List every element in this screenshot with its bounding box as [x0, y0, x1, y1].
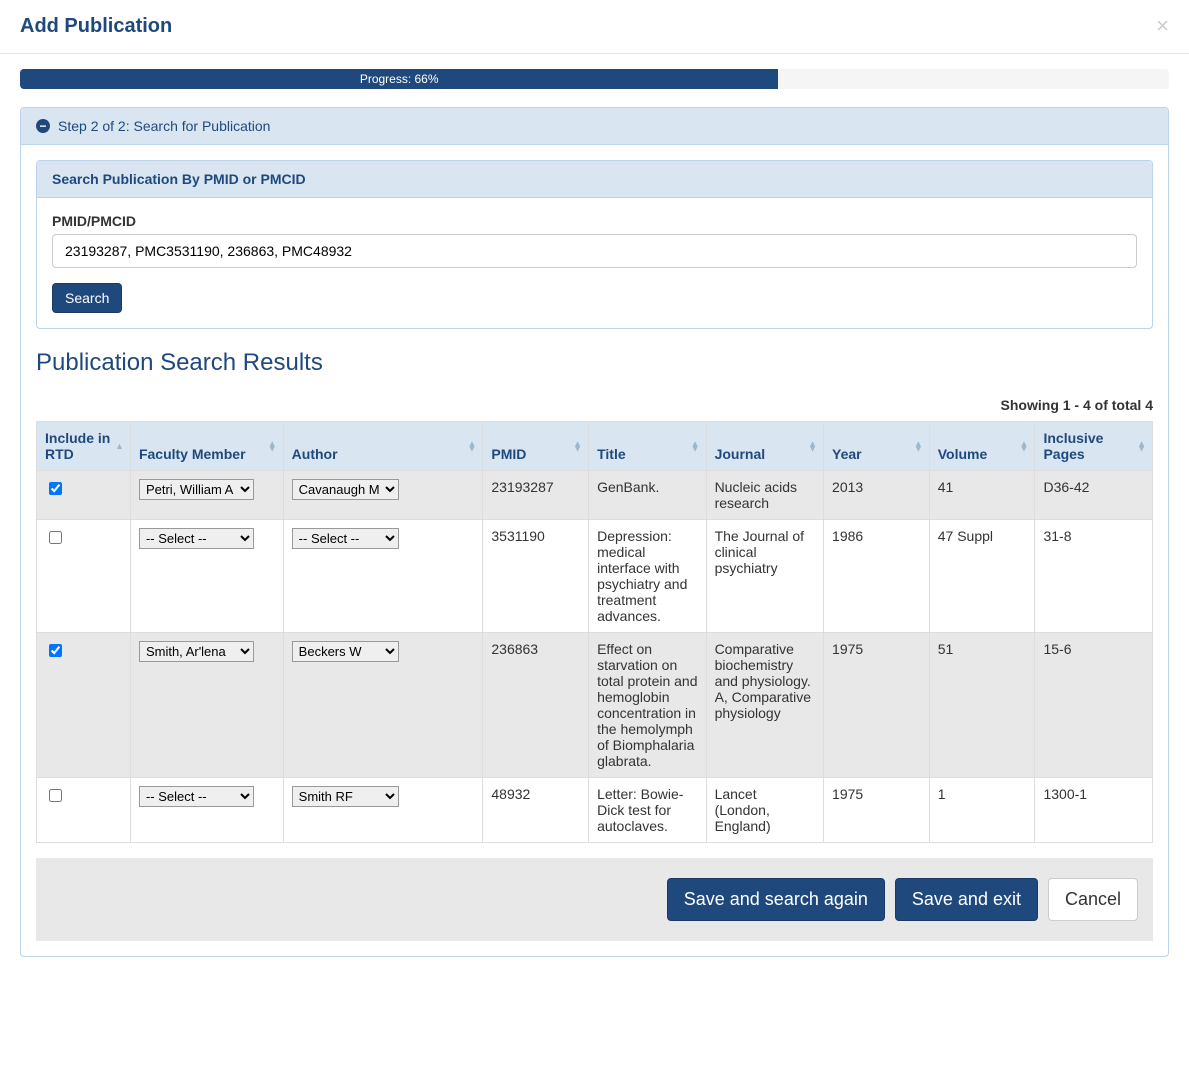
step-panel-body: Search Publication By PMID or PMCID PMID… — [21, 160, 1168, 941]
author-select[interactable]: -- Select --Cavanaugh MBeckers WSmith RF — [292, 641, 399, 662]
cell-year: 1986 — [824, 520, 930, 633]
col-volume[interactable]: Volume▲▼ — [929, 422, 1035, 471]
table-row: -- Select --Petri, William ASmith, Ar'le… — [37, 471, 1153, 520]
cell-pages: D36-42 — [1035, 471, 1153, 520]
search-button[interactable]: Search — [52, 283, 122, 313]
table-row: -- Select --Petri, William ASmith, Ar'le… — [37, 633, 1153, 778]
sort-icon: ▲▼ — [268, 442, 277, 451]
col-include[interactable]: Include in RTD▲ — [37, 422, 131, 471]
save-exit-button[interactable]: Save and exit — [895, 878, 1038, 921]
cell-title: GenBank. — [589, 471, 706, 520]
author-select[interactable]: -- Select --Cavanaugh MBeckers WSmith RF — [292, 528, 399, 549]
cell-title: Depression: medical interface with psych… — [589, 520, 706, 633]
faculty-select[interactable]: -- Select --Petri, William ASmith, Ar'le… — [139, 786, 254, 807]
search-subpanel-title: Search Publication By PMID or PMCID — [37, 161, 1152, 198]
col-author[interactable]: Author▲▼ — [283, 422, 483, 471]
cell-pmid: 3531190 — [483, 520, 589, 633]
cell-journal: Lancet (London, England) — [706, 778, 823, 843]
cell-pages: 31-8 — [1035, 520, 1153, 633]
table-row: -- Select --Petri, William ASmith, Ar'le… — [37, 778, 1153, 843]
cell-pmid: 48932 — [483, 778, 589, 843]
cell-pmid: 236863 — [483, 633, 589, 778]
col-year[interactable]: Year▲▼ — [824, 422, 930, 471]
pmid-input[interactable] — [52, 234, 1137, 268]
progress-bar-fill: Progress: 66% — [20, 69, 778, 89]
table-row: -- Select --Petri, William ASmith, Ar'le… — [37, 520, 1153, 633]
include-checkbox[interactable] — [49, 789, 62, 802]
include-checkbox[interactable] — [49, 531, 62, 544]
sort-icon: ▲▼ — [914, 442, 923, 451]
cell-volume: 47 Suppl — [929, 520, 1035, 633]
cell-pages: 1300-1 — [1035, 778, 1153, 843]
results-title: Publication Search Results — [36, 349, 1153, 377]
cell-pmid: 23193287 — [483, 471, 589, 520]
col-pages[interactable]: Inclusive Pages▲▼ — [1035, 422, 1153, 471]
collapse-icon: − — [36, 119, 50, 133]
faculty-select[interactable]: -- Select --Petri, William ASmith, Ar'le… — [139, 641, 254, 662]
include-checkbox[interactable] — [49, 482, 62, 495]
sort-icon: ▲▼ — [467, 442, 476, 451]
col-journal[interactable]: Journal▲▼ — [706, 422, 823, 471]
cell-volume: 51 — [929, 633, 1035, 778]
col-faculty[interactable]: Faculty Member▲▼ — [130, 422, 283, 471]
faculty-select[interactable]: -- Select --Petri, William ASmith, Ar'le… — [139, 479, 254, 500]
cell-year: 2013 — [824, 471, 930, 520]
save-search-again-button[interactable]: Save and search again — [667, 878, 885, 921]
results-summary: Showing 1 - 4 of total 4 — [36, 397, 1153, 413]
results-table: Include in RTD▲ Faculty Member▲▼ Author▲… — [36, 421, 1153, 843]
search-subpanel: Search Publication By PMID or PMCID PMID… — [36, 160, 1153, 329]
sort-icon: ▲▼ — [573, 442, 582, 451]
step-panel-heading[interactable]: − Step 2 of 2: Search for Publication — [21, 108, 1168, 145]
col-pmid[interactable]: PMID▲▼ — [483, 422, 589, 471]
step-panel: − Step 2 of 2: Search for Publication Se… — [20, 107, 1169, 957]
cell-title: Effect on starvation on total protein an… — [589, 633, 706, 778]
modal-header: Add Publication × — [0, 0, 1189, 54]
sort-icon: ▲▼ — [1137, 442, 1146, 451]
sort-icon: ▲▼ — [1020, 442, 1029, 451]
cell-pages: 15-6 — [1035, 633, 1153, 778]
author-select[interactable]: -- Select --Cavanaugh MBeckers WSmith RF — [292, 479, 399, 500]
cancel-button[interactable]: Cancel — [1048, 878, 1138, 921]
cell-volume: 1 — [929, 778, 1035, 843]
action-bar: Save and search again Save and exit Canc… — [36, 858, 1153, 941]
pmid-field-label: PMID/PMCID — [52, 213, 1137, 229]
cell-volume: 41 — [929, 471, 1035, 520]
cell-title: Letter: Bowie-Dick test for autoclaves. — [589, 778, 706, 843]
page-title: Add Publication — [20, 15, 172, 38]
results-table-wrap: Include in RTD▲ Faculty Member▲▼ Author▲… — [21, 421, 1168, 843]
table-header-row: Include in RTD▲ Faculty Member▲▼ Author▲… — [37, 422, 1153, 471]
cell-year: 1975 — [824, 633, 930, 778]
sort-icon: ▲ — [115, 444, 124, 449]
cell-journal: Comparative biochemistry and physiology.… — [706, 633, 823, 778]
author-select[interactable]: -- Select --Cavanaugh MBeckers WSmith RF — [292, 786, 399, 807]
cell-year: 1975 — [824, 778, 930, 843]
col-title[interactable]: Title▲▼ — [589, 422, 706, 471]
cell-journal: The Journal of clinical psychiatry — [706, 520, 823, 633]
modal-body: Progress: 66% − Step 2 of 2: Search for … — [0, 54, 1189, 992]
search-subpanel-body: PMID/PMCID Search — [37, 198, 1152, 328]
progress-bar-track: Progress: 66% — [20, 69, 1169, 89]
sort-icon: ▲▼ — [808, 442, 817, 451]
include-checkbox[interactable] — [49, 644, 62, 657]
faculty-select[interactable]: -- Select --Petri, William ASmith, Ar'le… — [139, 528, 254, 549]
cell-journal: Nucleic acids research — [706, 471, 823, 520]
close-icon[interactable]: × — [1156, 15, 1169, 37]
sort-icon: ▲▼ — [691, 442, 700, 451]
step-title: Step 2 of 2: Search for Publication — [58, 118, 270, 134]
